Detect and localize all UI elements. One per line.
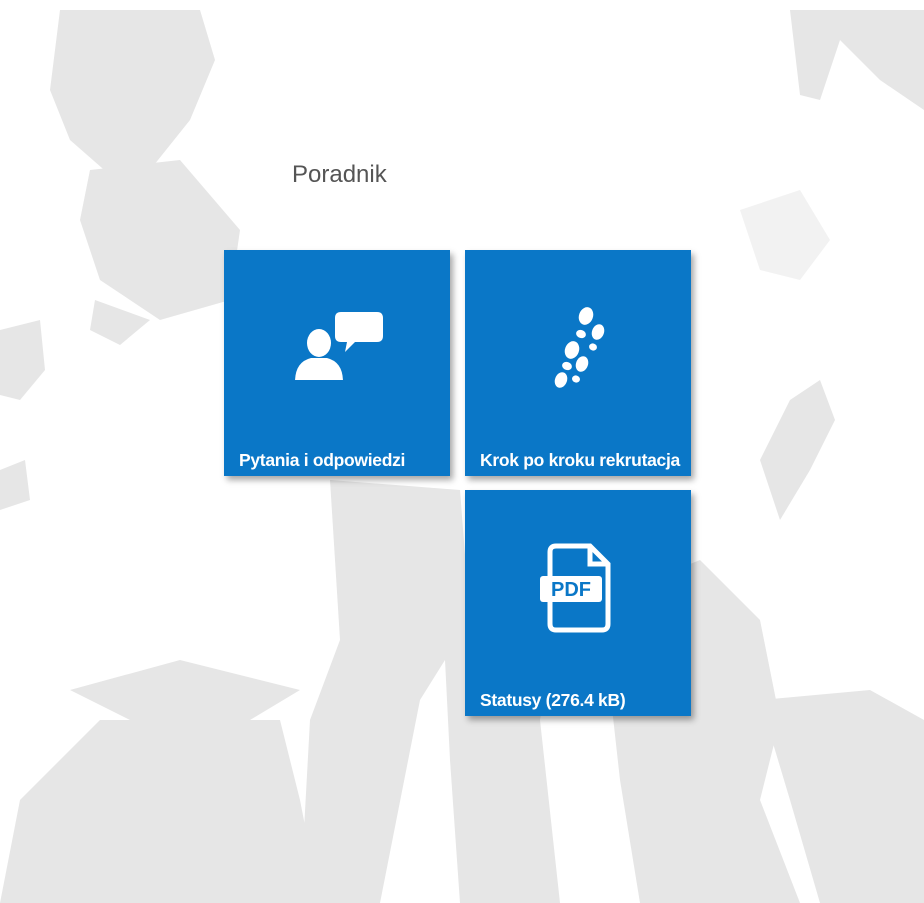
page-title: Poradnik xyxy=(292,161,387,188)
pdf-file-icon: PDF xyxy=(465,542,691,634)
chat-person-icon xyxy=(224,310,450,380)
tile-questions-answers[interactable]: Pytania i odpowiedzi xyxy=(224,250,450,476)
tile-step-by-step[interactable]: Krok po kroku rekrutacja xyxy=(465,250,691,476)
tile-statuses-pdf[interactable]: PDF Statusy (276.4 kB) xyxy=(465,490,691,716)
svg-text:PDF: PDF xyxy=(551,579,591,601)
background-graduates-image xyxy=(0,10,924,903)
tile-label: Krok po kroku rekrutacja xyxy=(480,450,680,470)
tile-label: Statusy (276.4 kB) xyxy=(480,690,626,710)
footprints-icon xyxy=(465,306,691,390)
tile-label: Pytania i odpowiedzi xyxy=(239,450,406,470)
